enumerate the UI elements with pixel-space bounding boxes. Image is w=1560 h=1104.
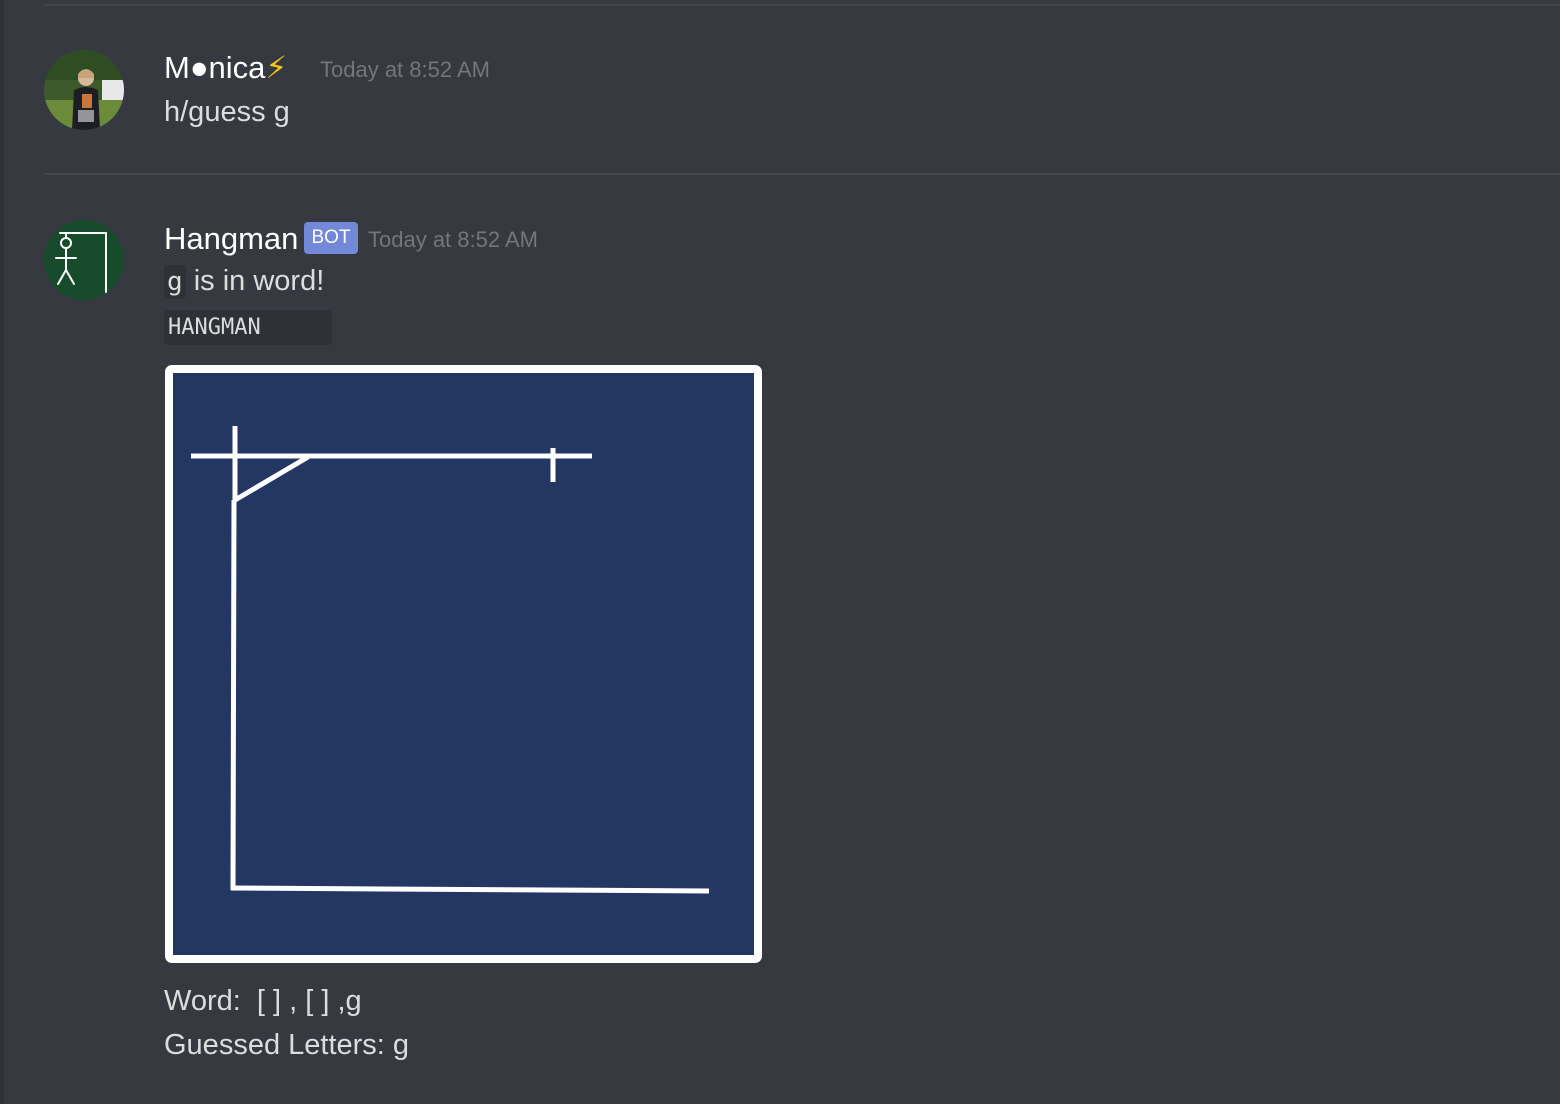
message-content: h/guess g xyxy=(164,96,290,128)
message-author[interactable]: M●nica⚡ xyxy=(164,50,287,86)
hangman-avatar-icon xyxy=(44,220,124,300)
code-block: HANGMAN xyxy=(164,310,332,345)
inline-code: g xyxy=(164,265,186,299)
bot-author-name[interactable]: Hangman xyxy=(164,221,298,257)
channel-edge xyxy=(0,0,4,1104)
bot-badge: BOT xyxy=(304,222,358,254)
author-name[interactable]: M●nica xyxy=(164,50,265,85)
message-divider-top xyxy=(44,4,1560,6)
word-progress: Word: [ ] , [ ] ,g xyxy=(164,985,362,1017)
message-timestamp: Today at 8:52 AM xyxy=(368,227,538,252)
gallows-drawing xyxy=(165,365,762,963)
guessed-letters: Guessed Letters: g xyxy=(164,1029,410,1061)
hangman-board-image[interactable] xyxy=(165,365,762,963)
bot-avatar[interactable] xyxy=(44,220,124,300)
user-avatar[interactable] xyxy=(44,50,124,130)
message-divider xyxy=(44,173,1560,175)
avatar-photo-image xyxy=(44,50,124,130)
lightning-emoji-icon: ⚡ xyxy=(265,50,288,85)
chat-area: M●nica⚡ Today at 8:52 AM h/guess g Hangm… xyxy=(0,0,1560,1104)
message-timestamp: Today at 8:52 AM xyxy=(320,57,490,82)
message-content: g is in word! xyxy=(164,264,324,299)
message-content-rest: is in word! xyxy=(185,265,325,297)
